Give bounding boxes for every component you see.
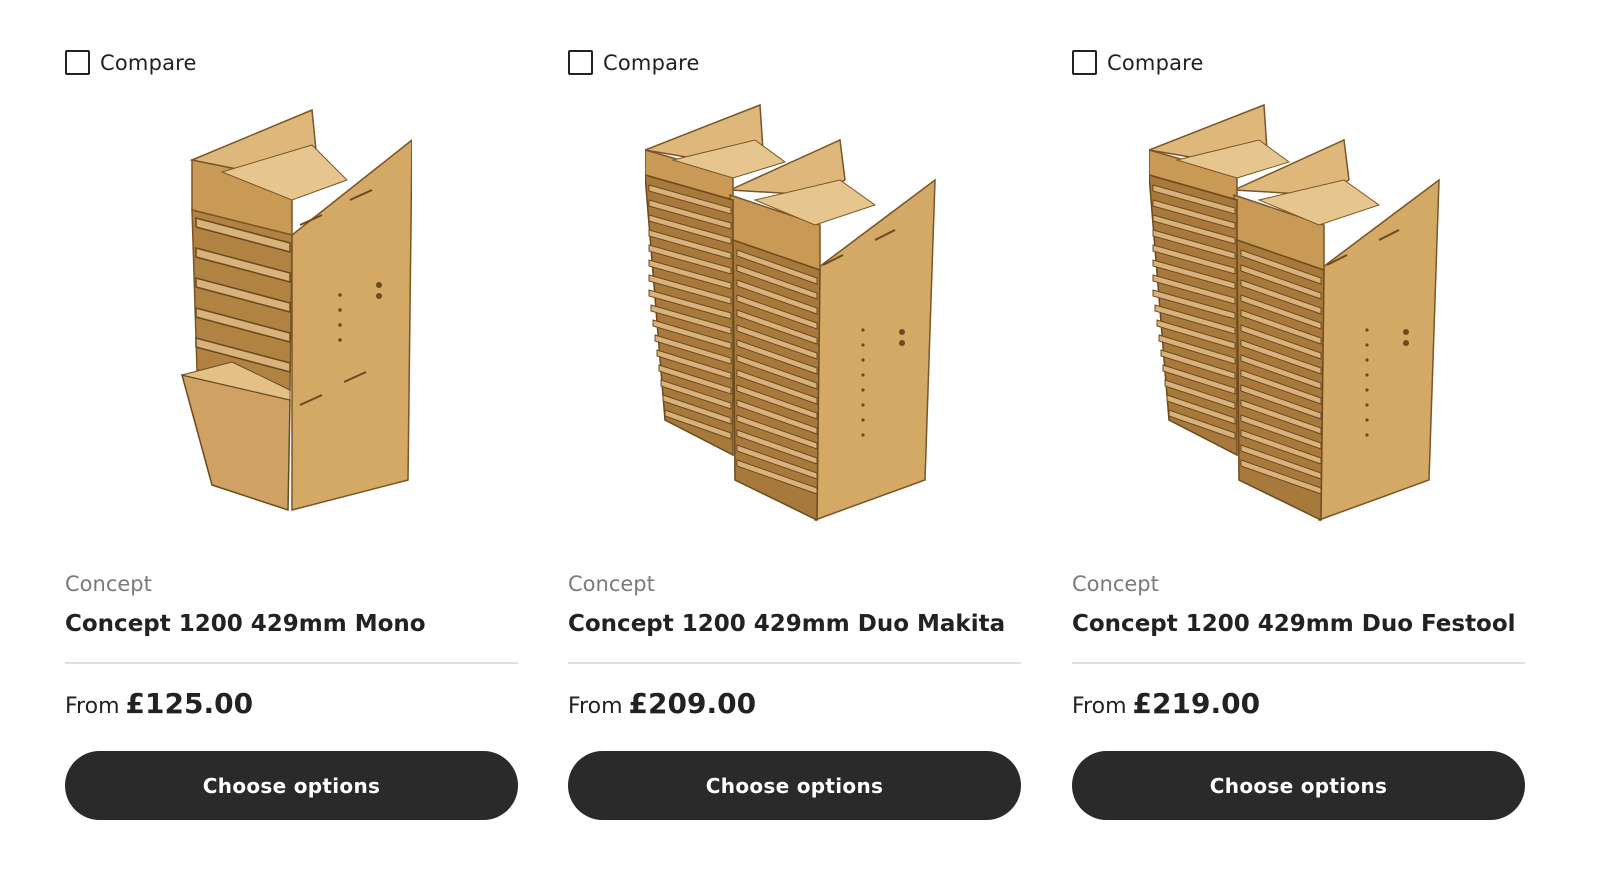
product-title-link[interactable]: Concept 1200 429mm Mono	[65, 611, 426, 637]
price-value: £209.00	[628, 687, 757, 720]
product-card: Compare	[1072, 0, 1525, 894]
product-image[interactable]	[65, 100, 518, 540]
divider	[65, 662, 518, 664]
compare-label: Compare	[100, 50, 197, 75]
product-title-link[interactable]: Concept 1200 429mm Duo Festool	[1072, 611, 1516, 637]
divider	[1072, 662, 1525, 664]
product-card: Compare	[65, 0, 518, 894]
compare-toggle[interactable]: Compare	[1072, 50, 1204, 75]
product-price: From £219.00	[1072, 687, 1260, 720]
product-image[interactable]	[1072, 100, 1525, 540]
price-prefix: From	[65, 694, 120, 719]
storage-unit-mono-image	[180, 108, 412, 512]
compare-label: Compare	[1107, 50, 1204, 75]
price-prefix: From	[1072, 694, 1127, 719]
compare-checkbox[interactable]	[1072, 50, 1097, 75]
choose-options-button[interactable]: Choose options	[65, 751, 518, 820]
product-image[interactable]	[568, 100, 1021, 540]
product-brand: Concept	[568, 572, 655, 596]
product-title-link[interactable]: Concept 1200 429mm Duo Makita	[568, 611, 1005, 637]
product-card: Compare	[568, 0, 1021, 894]
compare-checkbox[interactable]	[65, 50, 90, 75]
product-price: From £125.00	[65, 687, 253, 720]
price-prefix: From	[568, 694, 623, 719]
compare-label: Compare	[603, 50, 700, 75]
choose-options-button[interactable]: Choose options	[1072, 751, 1525, 820]
choose-options-button[interactable]: Choose options	[568, 751, 1021, 820]
price-value: £125.00	[125, 687, 254, 720]
compare-toggle[interactable]: Compare	[568, 50, 700, 75]
product-price: From £209.00	[568, 687, 756, 720]
compare-toggle[interactable]: Compare	[65, 50, 197, 75]
storage-unit-duo-image	[1148, 103, 1440, 522]
product-grid: Compare Concept Concept 1200 429mm Mono …	[0, 0, 1600, 894]
product-brand: Concept	[1072, 572, 1159, 596]
compare-checkbox[interactable]	[568, 50, 593, 75]
storage-unit-duo-image	[644, 103, 936, 522]
divider	[568, 662, 1021, 664]
product-brand: Concept	[65, 572, 152, 596]
price-value: £219.00	[1132, 687, 1261, 720]
